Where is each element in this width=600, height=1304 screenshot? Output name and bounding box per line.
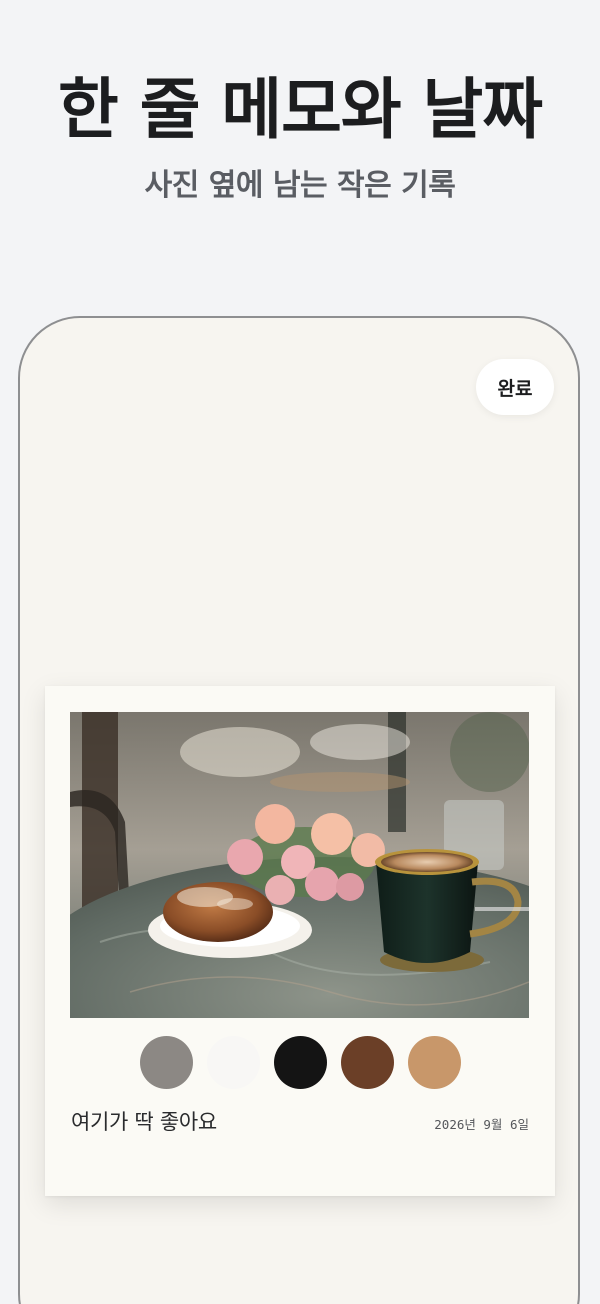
done-button[interactable]: 완료 [476, 359, 554, 415]
swatch-brown[interactable] [340, 1036, 394, 1089]
page-subtitle: 사진 옆에 남는 작은 기록 [144, 168, 456, 203]
swatch-gray[interactable] [139, 1036, 193, 1089]
cafe-photo[interactable] [70, 712, 529, 1018]
photo-card: 여기가 딱 좋아요 2026년 9월 6일 [45, 686, 555, 1196]
date-label: 2026년 9월 6일 [434, 1117, 529, 1132]
swatch-white[interactable] [206, 1036, 260, 1089]
phone-frame: 완료 여기가 딱 좋아요 2026년 9월 6일 [18, 316, 580, 1304]
swatch-black[interactable] [273, 1036, 327, 1089]
memo-text[interactable]: 여기가 딱 좋아요 [71, 1106, 217, 1136]
app-screen: 한 줄 메모와 날짜 사진 옆에 남는 작은 기록 완료 여기가 딱 좋아요 2… [0, 0, 600, 1304]
swatch-tan[interactable] [407, 1036, 461, 1089]
color-palette [45, 1036, 555, 1089]
cafe-photo-image [70, 712, 529, 1018]
page-title: 한 줄 메모와 날짜 [58, 71, 543, 148]
